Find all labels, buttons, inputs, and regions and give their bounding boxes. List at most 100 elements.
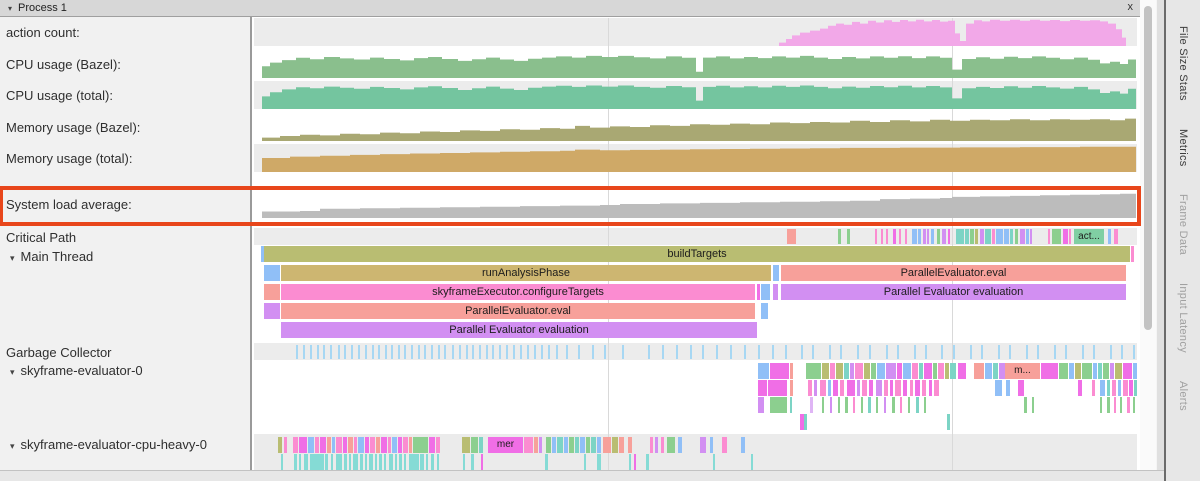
trace-slice[interactable]: [592, 345, 594, 359]
trace-slice[interactable]: [770, 397, 787, 413]
trace-slice[interactable]: [264, 284, 280, 300]
trace-slice[interactable]: [354, 437, 357, 453]
trace-slice[interactable]: [343, 437, 347, 453]
trace-slice[interactable]: [1065, 345, 1067, 359]
trace-slice[interactable]: [1100, 397, 1102, 413]
trace-slice[interactable]: [369, 454, 373, 470]
collapse-arrow-icon[interactable]: ▾: [10, 441, 15, 451]
trace-slice[interactable]: [869, 345, 871, 359]
trace-slice[interactable]: [922, 380, 926, 396]
trace-slice[interactable]: [325, 454, 328, 470]
trace-slice[interactable]: [919, 363, 923, 379]
trace-slice[interactable]: [768, 380, 787, 396]
trace-slice[interactable]: [499, 345, 501, 359]
trace-slice[interactable]: [539, 437, 542, 453]
trace-slice[interactable]: [655, 437, 658, 453]
trace-slice[interactable]: [264, 303, 280, 319]
tab-alerts[interactable]: Alerts: [1177, 381, 1189, 411]
trace-slice[interactable]: [924, 363, 932, 379]
trace-slice[interactable]: [520, 345, 522, 359]
trace-slice[interactable]: [758, 363, 769, 379]
slice-parallelevaluator-eval[interactable]: ParallelEvaluator.eval: [781, 265, 1126, 281]
trace-slice[interactable]: [981, 345, 983, 359]
trace-slice[interactable]: [741, 437, 745, 453]
trace-slice[interactable]: [264, 265, 280, 281]
trace-slice[interactable]: [899, 229, 901, 244]
trace-slice[interactable]: [299, 437, 307, 453]
trace-slice[interactable]: [893, 229, 896, 244]
trace-slice[interactable]: [358, 437, 364, 453]
trace-slice[interactable]: [905, 229, 907, 244]
trace-slice[interactable]: [315, 437, 319, 453]
trace-slice[interactable]: [850, 363, 854, 379]
trace-slice[interactable]: [578, 345, 580, 359]
trace-slice[interactable]: [299, 454, 301, 470]
trace-slice[interactable]: [876, 380, 882, 396]
trace-slice[interactable]: [690, 345, 692, 359]
trace-slice[interactable]: [1127, 397, 1130, 413]
trace-slice[interactable]: [916, 397, 919, 413]
trace-slice[interactable]: [1103, 363, 1109, 379]
trace-slice[interactable]: [281, 454, 283, 470]
trace-slice[interactable]: [591, 437, 596, 453]
trace-slice[interactable]: [924, 397, 926, 413]
trace-slice[interactable]: [534, 345, 536, 359]
trace-slice[interactable]: [844, 363, 849, 379]
trace-slice[interactable]: [296, 345, 298, 359]
trace-slice[interactable]: [903, 380, 907, 396]
trace-slice[interactable]: [857, 380, 860, 396]
close-icon[interactable]: x: [1128, 1, 1134, 13]
trace-slice[interactable]: [492, 345, 494, 359]
trace-slice[interactable]: [320, 437, 326, 453]
trace-slice[interactable]: [996, 229, 1003, 244]
trace-slice[interactable]: [650, 437, 653, 453]
trace-slice[interactable]: [787, 229, 796, 244]
trace-slice[interactable]: [506, 345, 508, 359]
trace-slice[interactable]: [790, 363, 793, 379]
row-label-skyframe-evaluator-0[interactable]: ▾skyframe-evaluator-0: [0, 362, 254, 379]
trace-slice[interactable]: [353, 454, 358, 470]
trace-slice[interactable]: [1100, 380, 1105, 396]
trace-slice[interactable]: [391, 345, 393, 359]
trace-slice[interactable]: [838, 229, 841, 244]
trace-slice[interactable]: [710, 437, 713, 453]
trace-slice[interactable]: [877, 363, 885, 379]
trace-slice[interactable]: [814, 380, 817, 396]
trace-slice[interactable]: [304, 454, 308, 470]
trace-slice[interactable]: [424, 345, 426, 359]
trace-slice[interactable]: [472, 345, 474, 359]
trace-slice[interactable]: [564, 437, 568, 453]
trace-slice[interactable]: [822, 397, 824, 413]
trace-slice[interactable]: [822, 363, 829, 379]
trace-slice[interactable]: [861, 397, 863, 413]
trace-slice[interactable]: [365, 437, 369, 453]
trace-slice[interactable]: [1123, 363, 1132, 379]
trace-slice[interactable]: [884, 397, 886, 413]
trace-slice[interactable]: [886, 345, 888, 359]
trace-slice[interactable]: [1010, 229, 1013, 244]
trace-slice[interactable]: [365, 454, 367, 470]
trace-slice[interactable]: [336, 437, 342, 453]
trace-slice[interactable]: [1018, 380, 1024, 396]
trace-slice[interactable]: [413, 437, 428, 453]
trace-slice[interactable]: [662, 345, 664, 359]
trace-slice[interactable]: [804, 414, 807, 430]
trace-slice[interactable]: [886, 229, 888, 244]
trace-slice[interactable]: [418, 345, 420, 359]
trace-slice[interactable]: [348, 437, 353, 453]
tab-input-latency[interactable]: Input Latency: [1177, 283, 1189, 353]
trace-slice[interactable]: [409, 454, 419, 470]
trace-slice[interactable]: [881, 229, 883, 244]
trace-slice[interactable]: [372, 345, 374, 359]
trace-slice[interactable]: [830, 363, 835, 379]
trace-slice[interactable]: [1078, 380, 1082, 396]
collapse-arrow-icon[interactable]: ▾: [10, 367, 15, 377]
trace-slice[interactable]: [840, 380, 844, 396]
trace-slice[interactable]: [828, 380, 831, 396]
tab-file-size-stats[interactable]: File Size Stats: [1177, 26, 1189, 101]
trace-slice[interactable]: [801, 345, 803, 359]
trace-slice[interactable]: [548, 345, 550, 359]
trace-slice[interactable]: [912, 229, 917, 244]
trace-slice[interactable]: [829, 345, 831, 359]
trace-slice[interactable]: [648, 345, 650, 359]
